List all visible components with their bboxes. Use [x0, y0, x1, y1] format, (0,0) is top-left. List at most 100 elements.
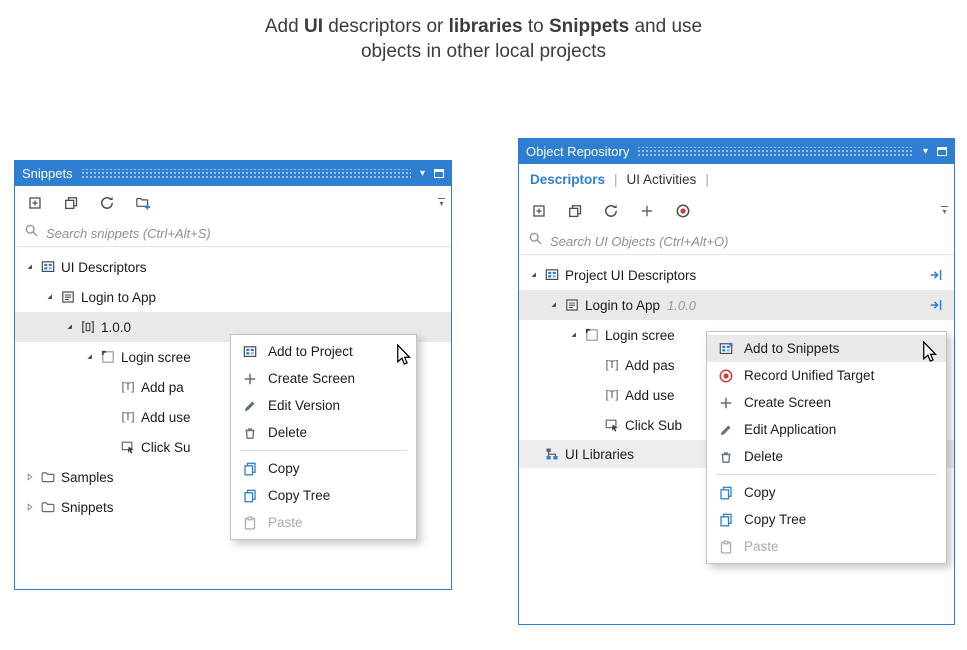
snippets-toolbar: ▾ — [15, 186, 451, 220]
paste-icon — [716, 539, 735, 555]
menu-item-add-to-snippets[interactable]: Add to Snippets — [707, 335, 946, 362]
repository-titlebar: Object Repository ▾ — [519, 139, 954, 164]
text-element-icon: [T] — [121, 381, 135, 393]
click-element-icon — [118, 439, 138, 455]
menu-item-delete[interactable]: Delete — [231, 419, 416, 446]
tree-item-label: UI Libraries — [565, 446, 635, 462]
menu-item-add-to-project[interactable]: Add to Project — [231, 338, 416, 365]
menu-item-copy-tree[interactable]: Copy Tree — [231, 482, 416, 509]
menu-item-edit-application[interactable]: Edit Application — [707, 416, 946, 443]
expander-icon[interactable] — [81, 352, 98, 362]
tab-descriptors[interactable]: Descriptors — [530, 172, 605, 187]
copy-icon — [240, 488, 259, 504]
tree-item-label: Add use — [141, 409, 191, 425]
panel-title: Object Repository — [526, 144, 630, 159]
expander-icon[interactable] — [61, 322, 78, 332]
copy-icon — [240, 461, 259, 477]
menu-item-copy[interactable]: Copy — [707, 479, 946, 506]
menu-item-copy[interactable]: Copy — [231, 455, 416, 482]
dock-icon[interactable] — [434, 169, 444, 178]
tree-item-label: Click Sub — [625, 417, 683, 433]
tab-separator: | — [614, 171, 618, 187]
expander-icon[interactable] — [545, 300, 562, 310]
menu-item-create-screen[interactable]: Create Screen — [707, 389, 946, 416]
snippets-search — [15, 220, 451, 247]
toolbar-overflow-button[interactable]: ▾ — [941, 206, 948, 216]
expander-icon[interactable] — [21, 262, 38, 272]
menu-item-copy-tree[interactable]: Copy Tree — [707, 506, 946, 533]
ui-descriptors-icon — [38, 259, 58, 275]
refresh-button[interactable] — [601, 201, 621, 221]
tree-item-label: Add pas — [625, 357, 675, 373]
panel-title: Snippets — [22, 166, 73, 181]
snippets-titlebar: Snippets ▾ — [15, 161, 451, 186]
tab-separator: | — [705, 171, 709, 187]
repository-search — [519, 228, 954, 255]
window-menu-icon[interactable]: ▾ — [923, 146, 928, 157]
menu-item-record-unified-target[interactable]: Record Unified Target — [707, 362, 946, 389]
repository-toolbar: ▾ — [519, 194, 954, 228]
screen-icon — [98, 349, 118, 365]
menu-item-edit-version[interactable]: Edit Version — [231, 392, 416, 419]
text-element-icon: [T] — [121, 411, 135, 423]
mouse-cursor — [396, 344, 411, 372]
app-list-icon — [58, 289, 78, 305]
record-icon — [716, 368, 735, 384]
new-folder-button[interactable] — [133, 193, 153, 213]
page-title: Add UI descriptors or libraries to Snipp… — [264, 16, 703, 62]
search-input[interactable] — [46, 225, 442, 241]
trash-icon — [240, 425, 259, 441]
tree-item-label: UI Descriptors — [61, 259, 147, 275]
titlebar-grip — [80, 169, 411, 178]
tree-item-login-to-app[interactable]: Login to App 1.0.0 — [519, 290, 954, 320]
collapse-all-button[interactable] — [565, 201, 585, 221]
collapse-icon[interactable] — [21, 502, 38, 512]
tree-item-ui-descriptors[interactable]: UI Descriptors — [15, 252, 451, 282]
tree-item-label: Samples — [61, 469, 114, 485]
ui-descriptors-icon — [542, 267, 562, 283]
folder-icon — [38, 499, 58, 515]
search-input[interactable] — [550, 233, 945, 249]
add-button[interactable] — [637, 201, 657, 221]
refresh-button[interactable] — [97, 193, 117, 213]
tree-item-label: Click Su — [141, 439, 191, 455]
toolbar-overflow-button[interactable]: ▾ — [438, 198, 445, 208]
expander-icon[interactable] — [565, 330, 582, 340]
tree-item-login-to-app[interactable]: Login to App — [15, 282, 451, 312]
pencil-icon — [240, 398, 259, 414]
menu-item-paste: Paste — [231, 509, 416, 536]
copy-icon — [716, 512, 735, 528]
jump-to-icon[interactable] — [924, 267, 948, 283]
jump-to-icon[interactable] — [924, 297, 948, 313]
paste-icon — [240, 515, 259, 531]
expander-icon[interactable] — [525, 270, 542, 280]
menu-item-create-screen[interactable]: Create Screen — [231, 365, 416, 392]
new-item-button[interactable] — [529, 201, 549, 221]
new-item-button[interactable] — [25, 193, 45, 213]
tree-item-label: Add pa — [141, 379, 184, 395]
collapse-all-button[interactable] — [61, 193, 81, 213]
app-list-icon — [562, 297, 582, 313]
add-to-snippets-icon — [716, 341, 735, 357]
menu-item-delete[interactable]: Delete — [707, 443, 946, 470]
menu-separator — [716, 474, 937, 475]
screen-icon — [582, 327, 602, 343]
version-icon — [78, 319, 98, 335]
tab-ui-activities[interactable]: UI Activities — [627, 172, 697, 187]
window-menu-icon[interactable]: ▾ — [420, 168, 425, 179]
record-button[interactable] — [673, 201, 693, 221]
tree-item-label: Add use — [625, 387, 675, 403]
text-element-icon: [T] — [605, 389, 619, 401]
copy-icon — [716, 485, 735, 501]
snippets-context-menu: Add to Project Create Screen Edit Versio… — [230, 334, 417, 540]
tree-item-project-ui-descriptors[interactable]: Project UI Descriptors — [519, 260, 954, 290]
tree-item-label: 1.0.0 — [101, 319, 132, 335]
search-icon — [24, 223, 39, 243]
repository-context-menu: Add to Snippets Record Unified Target Cr… — [706, 331, 947, 564]
collapse-icon[interactable] — [21, 472, 38, 482]
plus-icon — [716, 395, 735, 411]
click-element-icon — [602, 417, 622, 433]
tree-item-label: Project UI Descriptors — [565, 267, 697, 283]
expander-icon[interactable] — [41, 292, 58, 302]
dock-icon[interactable] — [937, 147, 947, 156]
